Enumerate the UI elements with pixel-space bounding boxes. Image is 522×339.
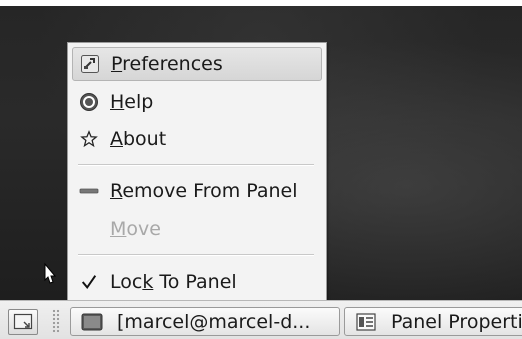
lock-suffix: To Panel [153, 271, 237, 293]
checkmark-icon [78, 271, 100, 293]
taskbar-button-terminal[interactable]: [marcel@marcel-d... [70, 307, 340, 336]
taskbar-label-terminal: [marcel@marcel-d... [117, 310, 311, 333]
menu-item-move: Move [72, 212, 322, 246]
menu-label-help: Help [110, 91, 154, 113]
menu-label-remove-rest: emove From Panel [122, 180, 298, 202]
show-desktop-button[interactable] [8, 309, 38, 335]
lock-prefix: Loc [110, 271, 143, 293]
top-strip [0, 0, 522, 6]
menu-item-lock-to-panel[interactable]: Lock To Panel [72, 265, 322, 299]
menu-label-about: About [110, 128, 167, 150]
help-icon [78, 91, 100, 113]
menu-item-preferences[interactable]: Preferences [72, 47, 322, 81]
menu-label-help-rest: elp [124, 91, 154, 113]
menu-label-lock-to-panel: Lock To Panel [110, 271, 237, 293]
mouse-cursor-icon [44, 262, 57, 284]
move-icon-placeholder [78, 218, 100, 240]
menu-separator-2 [78, 254, 314, 256]
panel-properties-icon [355, 312, 377, 332]
panel-context-menu: Preferences Help About Remove From Panel [67, 42, 327, 304]
menu-item-about[interactable]: About [72, 122, 322, 156]
menu-label-preferences: Preferences [111, 53, 223, 75]
menu-label-remove-from-panel: Remove From Panel [110, 180, 298, 202]
menu-separator-1 [78, 164, 314, 166]
menu-label-move: Move [110, 218, 161, 240]
taskbar-grip-handle[interactable] [52, 309, 60, 333]
taskbar-button-panel-properties[interactable]: Panel Properties [344, 307, 522, 336]
bottom-panel: [marcel@marcel-d... Panel Properties [0, 300, 522, 339]
menu-label-move-rest: ove [126, 218, 161, 240]
about-star-icon [78, 128, 100, 150]
remove-icon [78, 180, 100, 202]
taskbar-label-panel-properties: Panel Properties [391, 310, 522, 333]
preferences-icon [79, 53, 101, 75]
terminal-icon [81, 312, 103, 332]
menu-item-remove-from-panel[interactable]: Remove From Panel [72, 174, 322, 208]
show-desktop-icon [13, 313, 33, 330]
menu-label-about-rest: bout [123, 128, 167, 150]
menu-item-help[interactable]: Help [72, 85, 322, 119]
menu-label-preferences-rest: references [122, 53, 223, 75]
